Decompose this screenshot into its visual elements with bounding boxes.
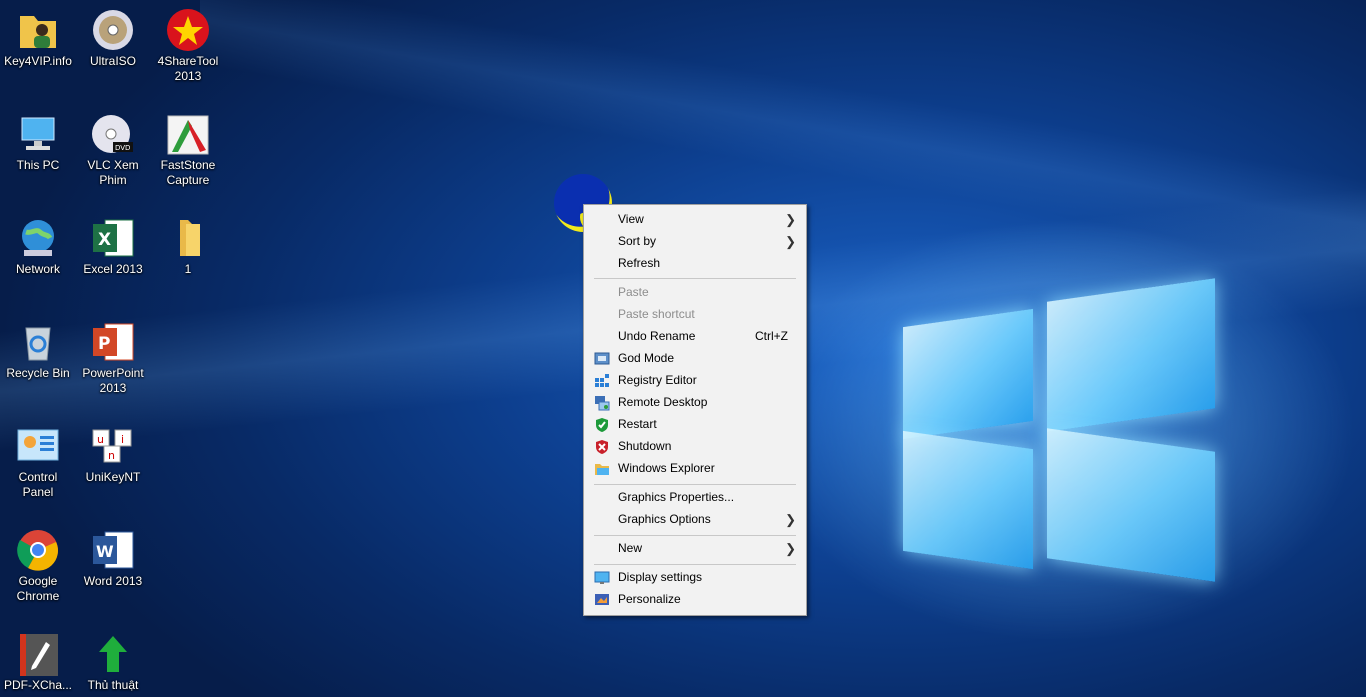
menu-item-shutdown[interactable]: Shutdown: [584, 436, 806, 458]
desktop-icon-folder-1[interactable]: 1: [151, 216, 225, 277]
chevron-right-icon: ❯: [785, 541, 796, 556]
dvd-icon: DVD: [91, 112, 135, 156]
excel-icon: X: [91, 216, 135, 260]
desktop-icon-label: Google Chrome: [16, 574, 60, 603]
desktop-icon-vlc[interactable]: DVD VLC Xem Phim: [76, 112, 150, 188]
menu-separator: [594, 535, 796, 536]
shield-green-icon: [594, 417, 610, 433]
menu-item-paste: Paste: [618, 285, 649, 299]
network-globe-icon: [16, 216, 60, 260]
desktop-icon-label: 1: [184, 262, 192, 276]
menu-item-view[interactable]: View ❯: [584, 209, 806, 231]
desktop-icon-pdf-xchange[interactable]: PDF-XCha...: [1, 632, 75, 693]
menu-item-refresh[interactable]: Refresh: [584, 253, 806, 275]
menu-item-god-mode[interactable]: God Mode: [584, 348, 806, 370]
menu-item-paste-shortcut: Paste shortcut: [618, 307, 695, 321]
pdf-editor-icon: [16, 632, 60, 676]
star-red-circle-icon: [166, 8, 210, 52]
desktop-icon-excel[interactable]: X Excel 2013: [76, 216, 150, 277]
menu-item-display-settings[interactable]: Display settings: [584, 567, 806, 589]
folder-user-icon: [16, 8, 60, 52]
folder-icon: [166, 216, 210, 260]
svg-text:DVD: DVD: [115, 144, 130, 152]
desktop-icon-this-pc[interactable]: This PC: [1, 112, 75, 173]
desktop-icon-label: PDF-XCha...: [3, 678, 72, 692]
personalize-icon: [594, 592, 610, 608]
desktop-context-menu: View ❯ Sort by ❯ Refresh Paste Paste sho…: [583, 204, 807, 616]
menu-separator: [594, 278, 796, 279]
desktop-icon-4sharetool[interactable]: 4ShareTool 2013: [151, 8, 225, 84]
desktop-icon-faststone[interactable]: FastStone Capture: [151, 112, 225, 188]
desktop-icon-network[interactable]: Network: [1, 216, 75, 277]
desktop-icon-recycle-bin[interactable]: Recycle Bin: [1, 320, 75, 381]
monitor-icon: [594, 570, 610, 586]
menu-item-windows-explorer[interactable]: Windows Explorer: [584, 458, 806, 480]
desktop-icon-key4vip[interactable]: Key4VIP.info: [1, 8, 75, 69]
chevron-right-icon: ❯: [785, 212, 796, 227]
desktop-icon-label: PowerPoint 2013: [82, 366, 144, 395]
desktop-icon-ultraiso[interactable]: UltraISO: [76, 8, 150, 69]
desktop-icon-label: Key4VIP.info: [4, 54, 72, 68]
svg-text:P: P: [98, 334, 110, 354]
desktop-icon-label: Excel 2013: [83, 262, 143, 276]
green-arrow-icon: [91, 632, 135, 676]
folder-icon: [594, 461, 610, 477]
menu-item-graphics-properties[interactable]: Graphics Properties...: [584, 487, 806, 509]
desktop-icon-label: UltraISO: [89, 54, 136, 68]
word-icon: W: [91, 528, 135, 572]
desktop-icon-thu-thuat[interactable]: Thủ thuật: [76, 632, 150, 693]
disc-icon: [91, 8, 135, 52]
chevron-right-icon: ❯: [785, 512, 796, 527]
desktop-icon-control-panel[interactable]: Control Panel: [1, 424, 75, 500]
menu-item-graphics-options[interactable]: Graphics Options ❯: [584, 509, 806, 531]
menu-item-new[interactable]: New ❯: [584, 538, 806, 560]
desktop-icon-label: Word 2013: [83, 574, 143, 588]
shortcut-label: Ctrl+Z: [755, 329, 788, 343]
unikey-icon: u in: [91, 424, 135, 468]
desktop-icon-unikey[interactable]: u in UniKeyNT: [76, 424, 150, 485]
menu-item-registry-editor[interactable]: Registry Editor: [584, 370, 806, 392]
desktop-icon-label: VLC Xem Phim: [87, 158, 139, 187]
desktop-icon-label: UniKeyNT: [85, 470, 141, 484]
desktop-icon-chrome[interactable]: Google Chrome: [1, 528, 75, 604]
desktop-icon-powerpoint[interactable]: P PowerPoint 2013: [76, 320, 150, 396]
registry-icon: [594, 373, 610, 389]
desktop-icon-label: Control Panel: [18, 470, 58, 499]
menu-item-personalize[interactable]: Personalize: [584, 589, 806, 611]
chrome-icon: [16, 528, 60, 572]
menu-item-sort-by[interactable]: Sort by ❯: [584, 231, 806, 253]
menu-separator: [594, 484, 796, 485]
svg-text:u: u: [97, 433, 104, 446]
svg-text:W: W: [96, 542, 114, 561]
powerpoint-icon: P: [91, 320, 135, 364]
svg-text:X: X: [98, 230, 111, 250]
desktop-icon-label: Network: [15, 262, 60, 276]
desktop-icon-label: Recycle Bin: [6, 366, 70, 380]
svg-text:i: i: [121, 433, 124, 446]
desktop-icon-label: Thủ thuật: [87, 678, 139, 692]
desktop-icon-label: This PC: [16, 158, 60, 172]
computer-icon: [16, 112, 60, 156]
svg-text:n: n: [108, 449, 115, 462]
menu-item-remote-desktop[interactable]: Remote Desktop: [584, 392, 806, 414]
desktop-icon-label: FastStone Capture: [160, 158, 216, 187]
shield-red-icon: [594, 439, 610, 455]
desktop-icon-label: 4ShareTool 2013: [157, 54, 219, 83]
menu-separator: [594, 564, 796, 565]
control-panel-icon: [16, 424, 60, 468]
menu-item-undo-rename[interactable]: Undo Rename Ctrl+Z: [584, 326, 806, 348]
recycle-bin-icon: [16, 320, 60, 364]
capture-icon: [166, 112, 210, 156]
remote-desktop-icon: [594, 395, 610, 411]
chevron-right-icon: ❯: [785, 234, 796, 249]
desktop-icon-word[interactable]: W Word 2013: [76, 528, 150, 589]
menu-item-restart[interactable]: Restart: [584, 414, 806, 436]
god-mode-icon: [594, 351, 610, 367]
